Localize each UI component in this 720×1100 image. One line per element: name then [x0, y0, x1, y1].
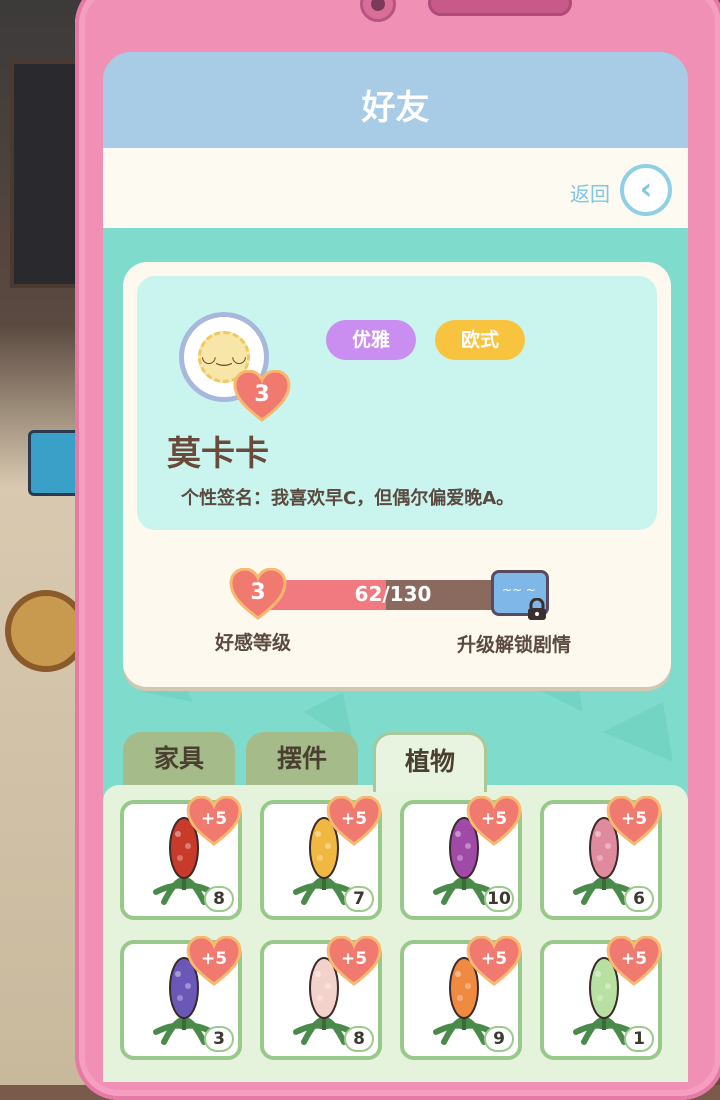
affinity-bonus-badge: +5	[326, 935, 382, 986]
bonus-value: +5	[480, 809, 508, 829]
signature-text: 个性签名：我喜欢早C，但偶尔偏爱晚A。	[181, 488, 515, 509]
item-count: 6	[624, 886, 654, 912]
affinity-bonus-badge: +5	[326, 795, 382, 846]
affinity-bonus-badge: +5	[186, 935, 242, 986]
lock-icon	[528, 598, 546, 620]
affinity-bonus-badge: +5	[466, 795, 522, 846]
bonus-value: +5	[200, 809, 228, 829]
heart-level-value: 3	[254, 382, 270, 407]
affinity-bonus-badge: +5	[606, 795, 662, 846]
bonus-value: +5	[480, 949, 508, 969]
affinity-level-badge: 3	[229, 567, 287, 620]
heart-level-badge: 3	[233, 369, 291, 422]
affinity-level-label: 好感等级	[215, 632, 292, 654]
tab-ornaments[interactable]: 摆件	[246, 732, 358, 792]
item-count: 8	[344, 1026, 374, 1052]
friend-name: 莫卡卡	[167, 434, 269, 474]
plant-item[interactable]: +5 7	[260, 795, 382, 920]
item-count: 10	[484, 886, 514, 912]
plant-item[interactable]: +5 3	[120, 935, 242, 1060]
tab-furniture[interactable]: 家具	[123, 732, 235, 792]
plant-item[interactable]: +5 6	[540, 795, 662, 920]
item-count: 7	[344, 886, 374, 912]
item-count: 9	[484, 1026, 514, 1052]
bonus-value: +5	[340, 949, 368, 969]
camera-icon	[360, 0, 396, 22]
plant-item[interactable]: +5 8	[120, 795, 242, 920]
item-count: 8	[204, 886, 234, 912]
unlock-story-label: 升级解锁剧情	[457, 634, 572, 656]
profile-info-panel: ◡‿◡ 3 优雅 欧式 莫卡卡 个性签名：我喜欢早C，但偶尔偏爱晚A。	[137, 276, 657, 530]
affinity-level-value: 3	[250, 580, 266, 605]
tag-european: 欧式	[435, 320, 525, 360]
item-count: 1	[624, 1026, 654, 1052]
tab-plants[interactable]: 植物	[373, 732, 487, 792]
plant-item[interactable]: +5 10	[400, 795, 522, 920]
page-title: 好友	[361, 88, 430, 128]
plant-item[interactable]: +5 9	[400, 935, 522, 1060]
tag-elegant: 优雅	[326, 320, 416, 360]
plant-item[interactable]: +5 1	[540, 935, 662, 1060]
bonus-value: +5	[620, 949, 648, 969]
speaker-grille	[428, 0, 572, 16]
bonus-value: +5	[200, 949, 228, 969]
bonus-value: +5	[340, 809, 368, 829]
back-chevron-icon[interactable]: ‹	[620, 164, 672, 216]
friend-profile-card: ◡‿◡ 3 优雅 欧式 莫卡卡 个性签名：我喜欢早C，但偶尔偏爱晚A。 62/1…	[123, 262, 671, 687]
affinity-bonus-badge: +5	[466, 935, 522, 986]
bonus-value: +5	[620, 809, 648, 829]
phone-screen: 好友 返回 ‹ ◡‿◡ 3 优雅 欧式 莫卡卡 个性签名：我喜欢早C，但偶尔偏爱…	[103, 52, 688, 1082]
item-count: 3	[204, 1026, 234, 1052]
plant-item[interactable]: +5 8	[260, 935, 382, 1060]
back-label[interactable]: 返回	[570, 178, 610, 207]
affinity-bonus-badge: +5	[606, 935, 662, 986]
affinity-bonus-badge: +5	[186, 795, 242, 846]
